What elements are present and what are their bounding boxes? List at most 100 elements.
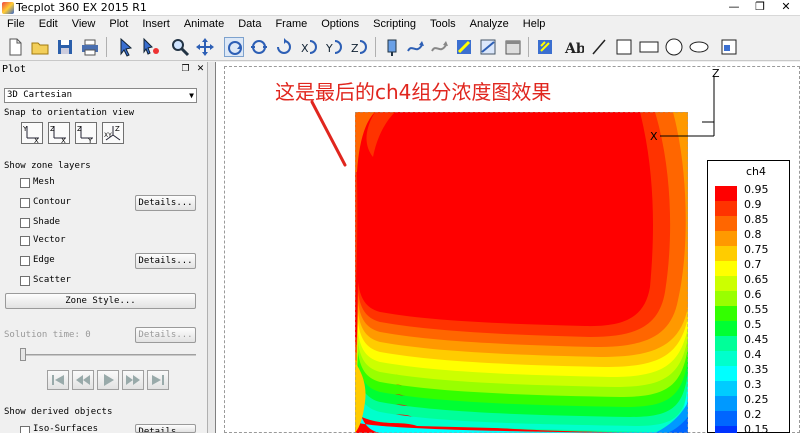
edge-details-button[interactable]: Details... bbox=[135, 253, 196, 269]
legend-level-label: 0.55 bbox=[744, 303, 769, 316]
rotate-spherical-icon[interactable] bbox=[224, 37, 244, 57]
restore-button[interactable]: ❐ bbox=[747, 0, 773, 15]
menu-animate[interactable]: Animate bbox=[177, 16, 231, 33]
last-step-button[interactable] bbox=[147, 370, 169, 390]
ellipse-tool-icon[interactable] bbox=[689, 37, 709, 57]
snap-view-xy-button[interactable]: YX bbox=[21, 122, 43, 145]
legend-title: ch4 bbox=[746, 165, 767, 178]
sidebar-header: Plot bbox=[2, 64, 27, 75]
shade-checkbox[interactable] bbox=[20, 218, 30, 228]
menu-data[interactable]: Data bbox=[231, 16, 268, 33]
menu-file[interactable]: File bbox=[0, 16, 32, 33]
calendar-icon[interactable] bbox=[503, 37, 523, 57]
zoom-icon[interactable] bbox=[170, 37, 190, 57]
rotate-x-icon[interactable]: X bbox=[299, 37, 319, 57]
rectangle-tool-icon[interactable] bbox=[639, 37, 659, 57]
legend-swatch bbox=[715, 396, 737, 411]
play-button[interactable] bbox=[97, 370, 119, 390]
legend-level-label: 0.8 bbox=[744, 228, 762, 241]
translate-icon[interactable] bbox=[195, 37, 215, 57]
contour-label: Contour bbox=[33, 197, 71, 207]
print-icon[interactable] bbox=[80, 37, 100, 57]
menu-help[interactable]: Help bbox=[516, 16, 553, 33]
save-icon[interactable] bbox=[55, 37, 75, 57]
mesh-checkbox[interactable] bbox=[20, 178, 30, 188]
svg-text:Z: Z bbox=[77, 125, 82, 133]
svg-text:Y: Y bbox=[325, 42, 333, 55]
iso-details-button[interactable]: Details... bbox=[135, 424, 196, 433]
menu-analyze[interactable]: Analyze bbox=[463, 16, 516, 33]
contour-checkbox[interactable] bbox=[20, 198, 30, 208]
scatter-label: Scatter bbox=[33, 275, 71, 285]
menu-plot[interactable]: Plot bbox=[102, 16, 135, 33]
frame-tool-icon[interactable] bbox=[719, 37, 739, 57]
legend-swatch bbox=[715, 291, 737, 306]
legend-level-label: 0.2 bbox=[744, 408, 762, 421]
slider-thumb[interactable] bbox=[20, 348, 26, 361]
ch4-contour-plot[interactable] bbox=[355, 112, 688, 433]
previous-step-button[interactable] bbox=[72, 370, 94, 390]
menu-bar: File Edit View Plot Insert Animate Data … bbox=[0, 16, 800, 33]
menu-frame[interactable]: Frame bbox=[268, 16, 314, 33]
snap-view-xz-button[interactable]: ZX bbox=[48, 122, 70, 145]
legend-level-label: 0.6 bbox=[744, 288, 762, 301]
snap-orientation-label: Snap to orientation view bbox=[4, 108, 135, 118]
solution-time-slider[interactable] bbox=[20, 354, 196, 356]
legend-level-label: 0.3 bbox=[744, 378, 762, 391]
menu-insert[interactable]: Insert bbox=[135, 16, 177, 33]
solution-time-label: Solution time: 0 bbox=[4, 330, 91, 340]
legend-swatch bbox=[715, 186, 737, 201]
snap-view-3d-button[interactable]: Z XY bbox=[102, 122, 124, 144]
plot-type-select[interactable]: 3D Cartesian ▼ bbox=[4, 88, 197, 103]
legend-swatch bbox=[715, 261, 737, 276]
close-panel-icon[interactable]: ✕ bbox=[195, 64, 206, 75]
probe-icon[interactable] bbox=[382, 37, 402, 57]
edge-checkbox[interactable] bbox=[20, 256, 30, 266]
legend-level-label: 0.95 bbox=[744, 183, 769, 196]
slice-plane-icon[interactable] bbox=[478, 37, 498, 57]
legend-level-label: 0.5 bbox=[744, 318, 762, 331]
streamtrace-rake-icon[interactable] bbox=[430, 37, 450, 57]
next-step-button[interactable] bbox=[122, 370, 144, 390]
svg-text:XY: XY bbox=[104, 132, 112, 139]
close-button[interactable]: ✕ bbox=[773, 0, 799, 15]
add-slice-icon[interactable] bbox=[454, 37, 474, 57]
snap-view-yz-button[interactable]: ZY bbox=[75, 122, 97, 145]
edge-label: Edge bbox=[33, 255, 55, 265]
adjustor-arrow-icon[interactable] bbox=[141, 37, 161, 57]
menu-edit[interactable]: Edit bbox=[32, 16, 65, 33]
solution-time-details-button[interactable]: Details... bbox=[135, 327, 196, 343]
menu-tools[interactable]: Tools bbox=[423, 16, 463, 33]
menu-view[interactable]: View bbox=[65, 16, 103, 33]
contour-level-icon[interactable] bbox=[535, 37, 555, 57]
streamtrace-icon[interactable] bbox=[406, 37, 426, 57]
twist-icon[interactable] bbox=[274, 37, 294, 57]
iso-surfaces-checkbox[interactable] bbox=[20, 426, 30, 433]
toolbar-separator bbox=[375, 37, 376, 57]
minimize-button[interactable]: — bbox=[721, 0, 747, 15]
text-tool-icon[interactable]: Ab bbox=[564, 37, 586, 57]
line-tool-icon[interactable] bbox=[589, 37, 609, 57]
zone-style-button[interactable]: Zone Style... bbox=[5, 293, 196, 309]
contour-legend[interactable]: ch4 0.95 0.9 0.85 0.8 0.75 0.7 0.65 0.6 0.55 0.5 0… bbox=[707, 160, 790, 433]
menu-options[interactable]: Options bbox=[314, 16, 366, 33]
mesh-label: Mesh bbox=[33, 177, 55, 187]
undock-icon[interactable]: ❐ bbox=[180, 64, 191, 75]
rotate-y-icon[interactable]: Y bbox=[324, 37, 344, 57]
axis-z-label: Z bbox=[712, 67, 720, 80]
select-arrow-icon[interactable] bbox=[116, 37, 136, 57]
circle-tool-icon[interactable] bbox=[664, 37, 684, 57]
menu-scripting[interactable]: Scripting bbox=[366, 16, 423, 33]
rotate-rollerball-icon[interactable] bbox=[249, 37, 269, 57]
legend-swatch bbox=[715, 381, 737, 396]
contour-details-button[interactable]: Details... bbox=[135, 195, 196, 211]
legend-swatch bbox=[715, 306, 737, 321]
first-step-button[interactable] bbox=[47, 370, 69, 390]
new-file-icon[interactable] bbox=[5, 37, 25, 57]
square-tool-icon[interactable] bbox=[614, 37, 634, 57]
vector-checkbox[interactable] bbox=[20, 236, 30, 246]
scatter-checkbox[interactable] bbox=[20, 276, 30, 286]
rotate-z-icon[interactable]: Z bbox=[349, 37, 369, 57]
annotation-text: 这是最后的ch4组分浓度图效果 bbox=[275, 80, 552, 104]
open-folder-icon[interactable] bbox=[30, 37, 50, 57]
